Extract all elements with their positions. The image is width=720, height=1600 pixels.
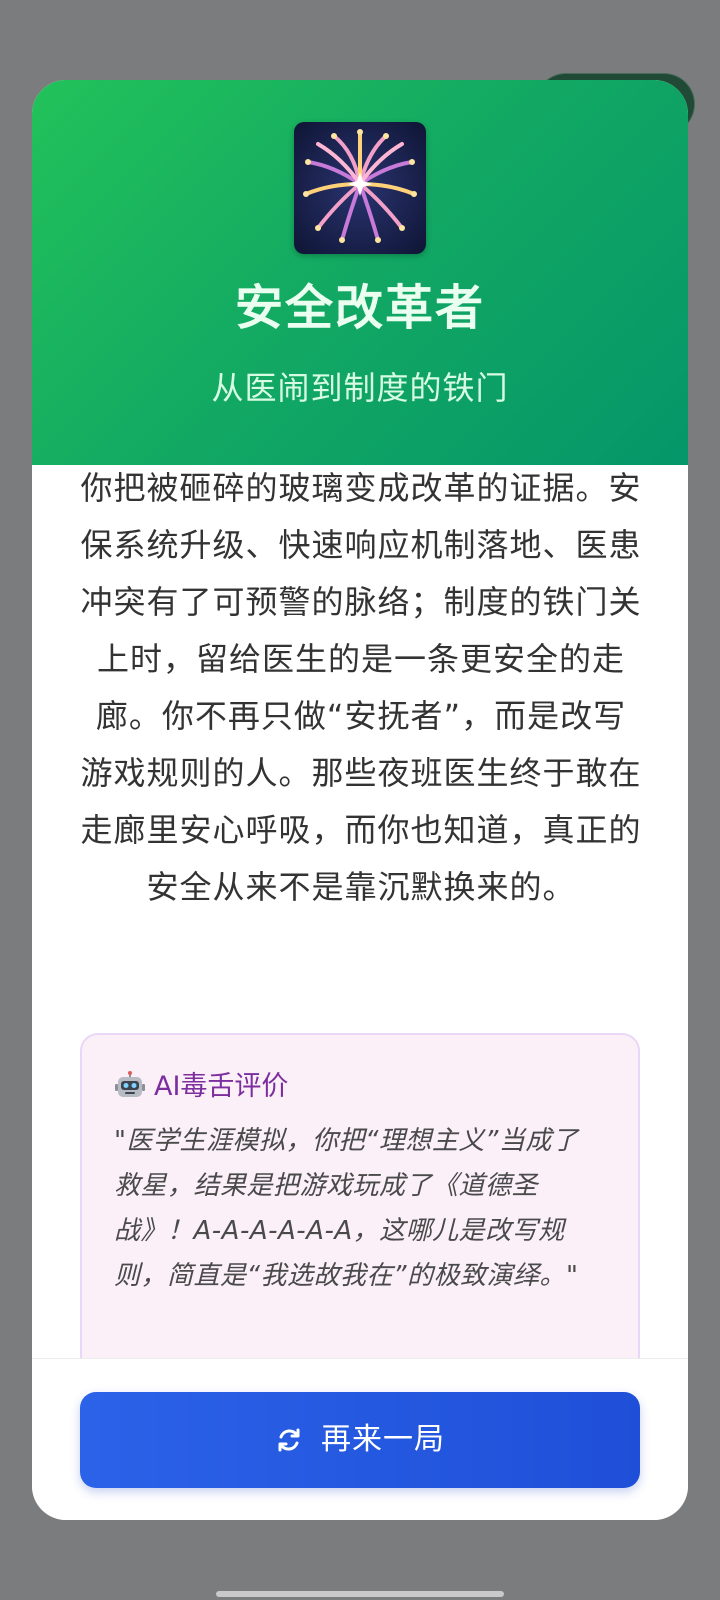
result-card: 安全改革者 从医闹到制度的铁门 你把被砸碎的玻璃变成改革的证据。安保系统升级、快… (32, 80, 688, 1520)
ai-review-quote: "医学生涯模拟，你把“理想主义”当成了救星，结果是把游戏玩成了《道德圣战》！A-… (114, 1126, 579, 1291)
replay-label: 再来一局 (321, 1422, 445, 1457)
result-subtitle: 从医闹到制度的铁门 (211, 369, 509, 407)
result-title: 安全改革者 (234, 280, 485, 336)
ai-review-box: AI毒舌评价 "医学生涯模拟，你把“理想主义”当成了救星，结果是把游戏玩成了《道… (80, 1033, 640, 1393)
replay-button[interactable]: 再来一局 (80, 1392, 640, 1488)
ai-review-label: AI毒舌评价 (154, 1071, 289, 1102)
home-indicator[interactable] (216, 1591, 504, 1597)
result-header: 安全改革者 从医闹到制度的铁门 (32, 80, 688, 465)
refresh-icon (278, 1428, 300, 1452)
result-description: 你把被砸碎的玻璃变成改革的证据。安保系统升级、快速响应机制落地、医患冲突有了可预… (80, 469, 642, 906)
robot-icon (115, 1071, 145, 1097)
fireworks-icon (294, 122, 426, 254)
bottom-action-bar: 再来一局 (32, 1358, 688, 1520)
ai-review-header: AI毒舌评价 (114, 1069, 288, 1105)
